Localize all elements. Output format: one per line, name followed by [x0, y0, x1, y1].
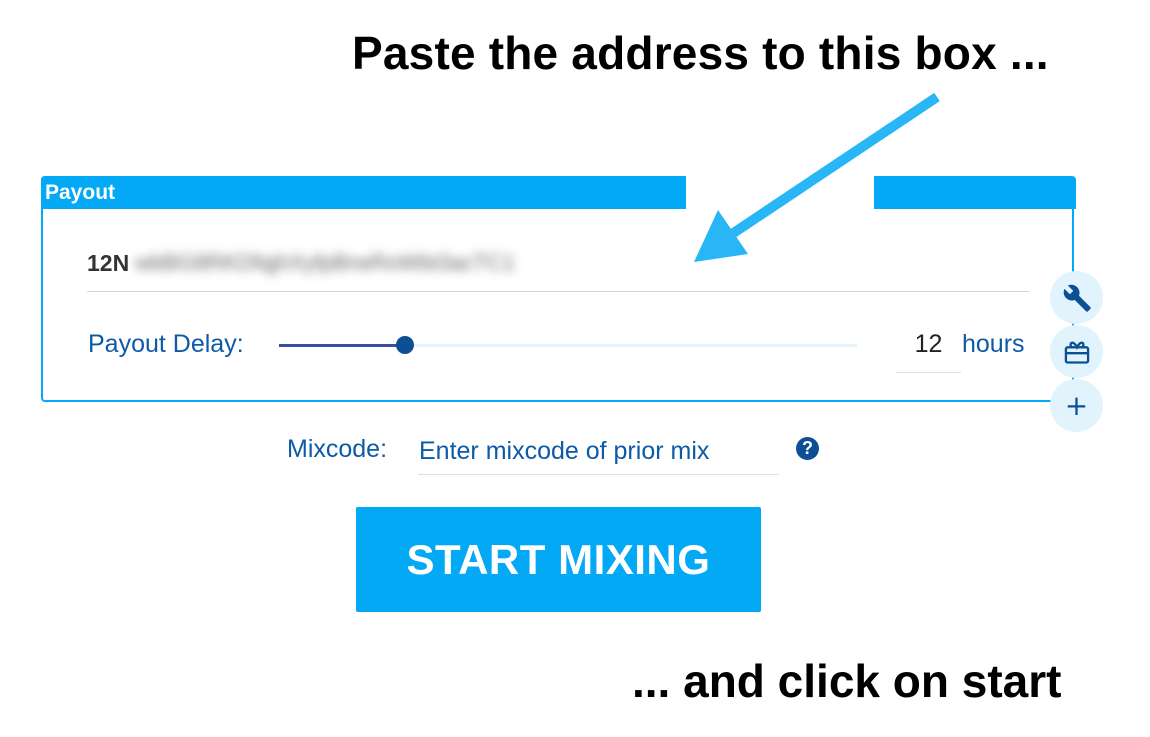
delay-slider-track-filled[interactable]	[279, 344, 405, 347]
settings-button[interactable]	[1050, 271, 1103, 324]
address-obscured: wbBG8RKDfqjhXyfpBrwRoWbt3acTC1	[135, 250, 516, 275]
payout-title: Payout	[45, 181, 116, 204]
mixcode-label: Mixcode:	[287, 435, 388, 463]
delay-unit-label: hours	[962, 330, 1025, 358]
gift-card-icon	[1064, 340, 1089, 364]
payout-panel-header	[41, 176, 686, 209]
payout-panel-header-right	[874, 176, 1076, 209]
add-output-button[interactable]: +	[1050, 379, 1103, 432]
start-mixing-button[interactable]: START MIXING	[356, 507, 761, 612]
mixcode-input[interactable]: Enter mixcode of prior mix	[418, 427, 779, 475]
instruction-top: Paste the address to this box ...	[352, 27, 1049, 79]
help-icon[interactable]: ?	[796, 437, 819, 460]
gift-card-button[interactable]	[1050, 325, 1103, 378]
wrench-icon	[1063, 284, 1091, 312]
address-prefix: 12N	[87, 250, 130, 276]
delay-slider-track[interactable]	[405, 344, 857, 347]
plus-icon: +	[1064, 388, 1089, 422]
delay-hours-input[interactable]: 12	[896, 326, 961, 373]
payout-delay-label: Payout Delay:	[88, 330, 244, 358]
instruction-bottom: ... and click on start	[632, 655, 1062, 707]
payout-address-input[interactable]: 12N wbBG8RKDfqjhXyfpBrwRoWbt3acTC1	[87, 244, 1029, 292]
delay-slider-handle[interactable]	[396, 336, 414, 354]
